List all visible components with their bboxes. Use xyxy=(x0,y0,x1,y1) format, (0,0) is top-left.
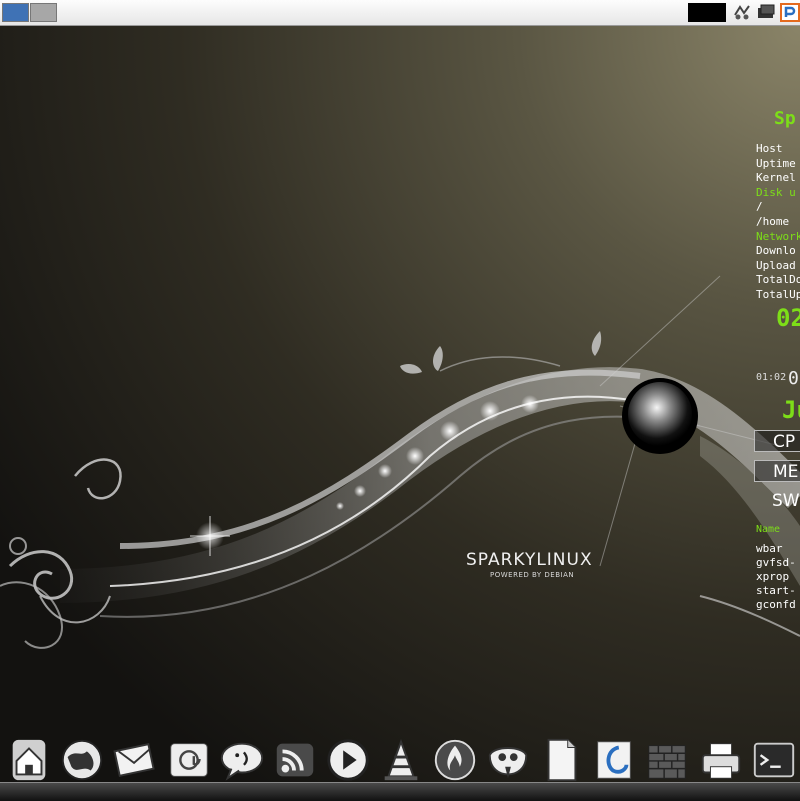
conky-line: Disk u xyxy=(756,185,796,199)
conky-cpu-label: CP xyxy=(754,430,800,452)
conky-mem-label: ME xyxy=(754,460,800,482)
conky-time-large: 0 xyxy=(788,368,799,389)
sparkylinux-logo-text: SPARKYLINUX xyxy=(466,550,593,570)
conky-process-item: wbar xyxy=(756,542,783,555)
workspace-2-button[interactable] xyxy=(30,3,57,22)
conky-process-item: gvfsd- xyxy=(756,556,796,569)
text-editor-icon[interactable] xyxy=(537,735,585,785)
conky-line: Upload xyxy=(756,258,796,272)
email-icon[interactable] xyxy=(111,735,159,785)
conky-line: Host xyxy=(756,142,783,155)
disc-burner-icon[interactable] xyxy=(590,735,638,785)
tray-blank-area xyxy=(688,3,726,22)
wallpaper-art xyxy=(0,275,800,649)
conky-line: Downlo xyxy=(756,244,796,258)
software-updates-icon[interactable] xyxy=(780,3,800,22)
sparkylinux-logo-subtitle: POWERED BY DEBIAN xyxy=(490,571,575,579)
conky-line: Kernel xyxy=(756,171,796,185)
firewall-wall-icon[interactable] xyxy=(643,735,691,785)
conky-process-item: gconfd xyxy=(756,598,796,611)
conky-process-item: xprop xyxy=(756,570,790,583)
conky-line: Network xyxy=(756,229,800,243)
web-browser-icon[interactable] xyxy=(58,735,106,785)
conky-swap-label: SW xyxy=(772,491,800,511)
conky-line: TotalUp xyxy=(756,288,800,301)
vlc-icon[interactable] xyxy=(377,735,425,785)
email-at-icon[interactable] xyxy=(165,735,213,785)
gimp-icon[interactable] xyxy=(484,735,532,785)
top-panel xyxy=(0,0,800,26)
firewall-flame-icon[interactable] xyxy=(431,735,479,785)
printer-icon[interactable] xyxy=(697,735,745,785)
home-icon[interactable] xyxy=(5,735,53,785)
conky-process-header: Name xyxy=(756,524,781,535)
conky-title: Sp xyxy=(774,108,796,129)
conky-line: /home xyxy=(756,215,790,228)
conky-clock: 02 xyxy=(776,304,800,332)
chat-icon[interactable] xyxy=(218,735,266,785)
media-player-icon[interactable] xyxy=(324,735,372,785)
workspace-1-button[interactable] xyxy=(2,3,29,22)
rss-icon[interactable] xyxy=(271,735,319,785)
conky-line: / xyxy=(756,200,763,214)
display-icon[interactable] xyxy=(756,3,776,22)
network-icon[interactable] xyxy=(732,3,752,22)
conky-line: TotalDo xyxy=(756,273,800,287)
conky-date: Ju xyxy=(782,396,800,424)
conky-time-small: 01:02 xyxy=(756,372,787,383)
conky-system-monitor: Sp Host Uptime Kernel Disk u //home Network Do… xyxy=(752,100,800,640)
conky-line: Uptime xyxy=(756,156,796,170)
wbar-dock xyxy=(0,735,800,801)
terminal-icon[interactable] xyxy=(750,735,798,785)
conky-process-item: start- xyxy=(756,584,796,597)
